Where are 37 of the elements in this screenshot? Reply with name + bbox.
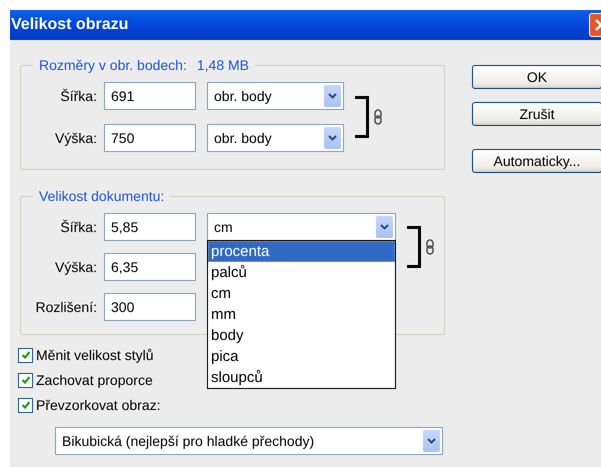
checkbox-label: Měnit velikost stylů (36, 347, 154, 363)
dropdown-option[interactable]: body (208, 325, 395, 346)
dropdown-option[interactable]: palců (208, 262, 395, 283)
unit-dropdown[interactable]: obr. body (207, 82, 344, 110)
link-bracket (407, 226, 421, 268)
group-title: Velikost dokumentu: (39, 187, 164, 205)
dropdown-option[interactable]: sloupců (208, 367, 395, 388)
input-field[interactable]: 5,85 (104, 213, 196, 241)
checkbox[interactable] (18, 348, 33, 362)
checkbox-label: Převzorkovat obraz: (36, 397, 160, 413)
field-label: Rozlišení: (34, 299, 97, 315)
dropdown-option[interactable]: pica (208, 346, 395, 367)
dialog-button[interactable]: Zrušit (472, 102, 601, 126)
group-title: Rozměry v obr. bodech: (39, 56, 187, 74)
field-label: Výška: (54, 259, 97, 275)
dialog-button[interactable]: OK (472, 65, 601, 89)
resample-dropdown[interactable]: Bikubická (nejlepší pro hladké přechody) (55, 427, 443, 455)
dialog-button[interactable]: Automaticky... (472, 149, 601, 173)
chain-icon (426, 239, 434, 255)
checkbox-label: Zachovat proporce (36, 372, 153, 388)
dropdown-option[interactable]: mm (208, 304, 395, 325)
file-size: 1,48 MB (196, 56, 249, 74)
window-title: Velikost obrazu (10, 16, 128, 34)
dropdown-option[interactable]: procenta (208, 241, 395, 262)
checkbox[interactable] (18, 372, 33, 388)
field-label: Šířka: (59, 88, 97, 104)
unit-dropdown[interactable]: obr. body (207, 124, 344, 152)
input-field[interactable]: 750 (104, 124, 196, 152)
field-label: Výška: (54, 130, 97, 146)
dropdown-option[interactable]: cm (208, 283, 395, 304)
chain-icon (374, 109, 382, 125)
input-field[interactable]: 300 (104, 293, 196, 321)
checkbox[interactable] (18, 398, 33, 412)
input-field[interactable]: 691 (104, 82, 196, 110)
link-bracket (355, 96, 369, 138)
field-label: Šířka: (59, 219, 97, 235)
input-field[interactable]: 6,35 (104, 253, 196, 281)
